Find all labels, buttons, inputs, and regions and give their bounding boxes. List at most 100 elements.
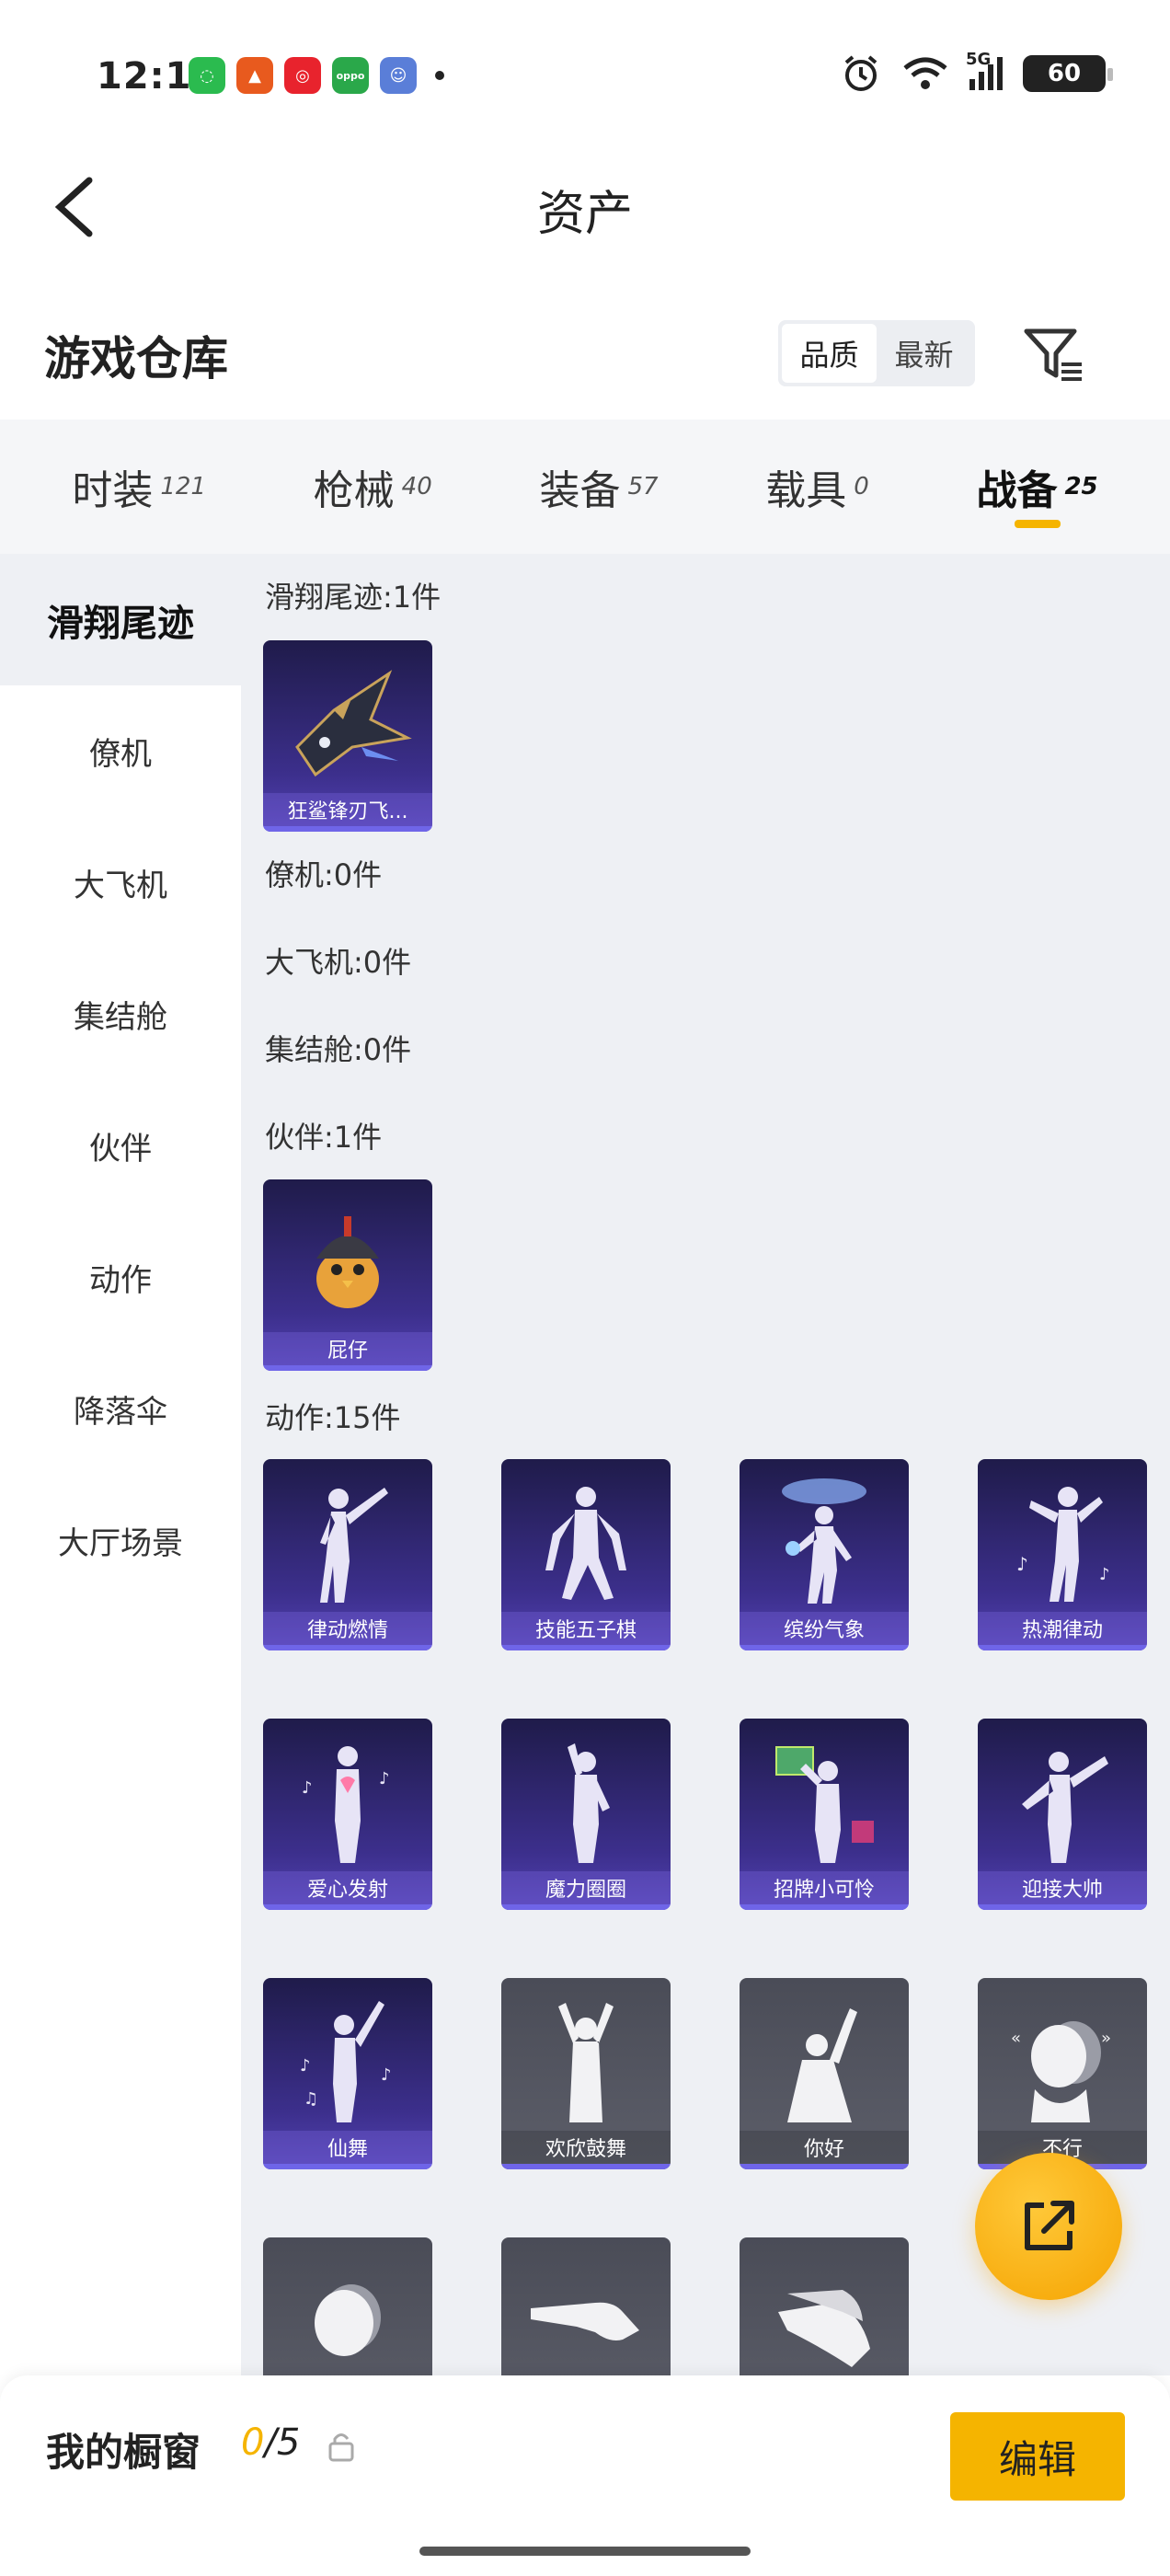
tab-vehicles[interactable]: 载具 0 xyxy=(756,420,878,554)
warehouse-row: 游戏仓库 品质 最新 xyxy=(0,294,1170,414)
item-card[interactable]: 技能五子棋 xyxy=(501,1459,671,1650)
rarity-bar xyxy=(501,1904,671,1910)
item-card[interactable] xyxy=(501,2237,671,2375)
svg-text:«: « xyxy=(1011,2029,1021,2048)
item-card[interactable]: ♪ ♪ ♫ 仙舞 xyxy=(263,1978,432,2169)
item-card[interactable]: 屁仔 xyxy=(263,1179,432,1371)
tab-count: 121 xyxy=(160,473,206,500)
edit-button[interactable]: 编辑 xyxy=(950,2412,1125,2501)
showcase-current: 0 xyxy=(241,2421,265,2464)
item-name: 律动燃情 xyxy=(263,1612,432,1645)
section-label-pod: 集结舱:0件 xyxy=(265,1032,412,1067)
header: 资产 xyxy=(0,147,1170,267)
wechat-icon: ◌ xyxy=(189,57,225,94)
item-name: 屁仔 xyxy=(263,1332,432,1365)
lock-icon xyxy=(328,2433,354,2462)
item-card[interactable]: ♪ ♪ 爱心发射 xyxy=(263,1719,432,1910)
tab-battle-prep[interactable]: 战备 25 xyxy=(967,420,1107,554)
share-button[interactable] xyxy=(975,2153,1122,2300)
tab-weapons[interactable]: 枪械 40 xyxy=(304,420,442,554)
tab-equipment[interactable]: 装备 57 xyxy=(530,420,667,554)
item-card[interactable] xyxy=(263,2237,432,2375)
music-icon: ◎ xyxy=(284,57,321,94)
rarity-bar xyxy=(263,1365,432,1371)
item-card[interactable]: 你好 xyxy=(740,1978,909,2169)
item-name: 狂鲨锋刃飞... xyxy=(263,793,432,826)
item-card[interactable]: 狂鲨锋刃飞... xyxy=(263,640,432,832)
sidebar-item-lobby-scene[interactable]: 大厅场景 xyxy=(0,1475,241,1606)
item-name: 魔力圈圈 xyxy=(501,1871,671,1904)
item-card[interactable]: 欢欣鼓舞 xyxy=(501,1978,671,2169)
tab-count: 25 xyxy=(1064,473,1098,500)
rarity-bar xyxy=(978,1645,1147,1650)
item-card[interactable]: 招牌小可怜 xyxy=(740,1719,909,1910)
tab-label: 时装 xyxy=(72,467,154,514)
tab-count: 0 xyxy=(854,473,869,500)
section-label-partner: 伙伴:1件 xyxy=(265,1120,383,1155)
tab-count: 57 xyxy=(627,473,659,500)
dance-pose-image xyxy=(740,1978,909,2136)
item-name: 仙舞 xyxy=(263,2131,432,2164)
item-name: 招牌小可怜 xyxy=(740,1871,909,1904)
sidebar-item-partner[interactable]: 伙伴 xyxy=(0,1080,241,1212)
warehouse-title: 游戏仓库 xyxy=(44,332,228,385)
head-shake-image: «» xyxy=(978,1978,1147,2136)
item-name: 技能五子棋 xyxy=(501,1612,671,1645)
item-card[interactable]: 魔力圈圈 xyxy=(501,1719,671,1910)
dance-pose-image xyxy=(501,1719,671,1877)
item-card[interactable]: 律动燃情 xyxy=(263,1459,432,1650)
status-bar: 12:13 ◌ ▲ ◎ oppo ☺ 5G 60 xyxy=(0,0,1170,147)
category-sidebar: 滑翔尾迹 僚机 大飞机 集结舱 伙伴 动作 降落伞 大厅场景 xyxy=(0,554,241,2375)
rarity-bar xyxy=(501,2164,671,2169)
sidebar-item-big-plane[interactable]: 大飞机 xyxy=(0,817,241,949)
rarity-bar xyxy=(263,826,432,832)
dance-pose-image: ♪ ♪ xyxy=(978,1459,1147,1617)
showcase-count: 0/5 xyxy=(241,2421,300,2464)
section-label-trail: 滑翔尾迹:1件 xyxy=(265,580,442,615)
sort-newest-button[interactable]: 最新 xyxy=(877,324,971,383)
dance-pose-image: ♪ ♪ ♫ xyxy=(263,1978,432,2136)
tab-label: 装备 xyxy=(539,467,621,514)
sidebar-item-parachute[interactable]: 降落伞 xyxy=(0,1343,241,1475)
item-name: 你好 xyxy=(740,2131,909,2164)
sidebar-item-pod[interactable]: 集结舱 xyxy=(0,949,241,1080)
sidebar-item-wingman[interactable]: 僚机 xyxy=(0,685,241,817)
item-card[interactable]: 迎接大帅 xyxy=(978,1719,1147,1910)
sidebar-item-glide-trail[interactable]: 滑翔尾迹 xyxy=(0,554,241,685)
item-card[interactable]: 缤纷气象 xyxy=(740,1459,909,1650)
section-label-big-plane: 大飞机:0件 xyxy=(265,945,412,980)
item-card[interactable]: ♪ ♪ 热潮律动 xyxy=(978,1459,1147,1650)
rarity-bar xyxy=(740,1904,909,1910)
head-turn-image xyxy=(263,2237,432,2375)
svg-text:»: » xyxy=(1101,2029,1111,2048)
rarity-bar xyxy=(740,1645,909,1650)
section-label-emote: 动作:15件 xyxy=(265,1400,401,1435)
item-card[interactable] xyxy=(740,2237,909,2375)
filter-button[interactable] xyxy=(1021,322,1085,386)
home-indicator[interactable] xyxy=(419,2547,751,2556)
item-card[interactable]: «» 不行 xyxy=(978,1978,1147,2169)
chick-partner-image xyxy=(263,1179,432,1338)
svg-text:♪: ♪ xyxy=(300,2056,311,2076)
showcase-label: 我的橱窗 xyxy=(46,2430,201,2475)
rarity-bar xyxy=(263,1904,432,1910)
filter-icon xyxy=(1024,328,1082,381)
wifi-icon xyxy=(903,57,947,89)
sidebar-item-emote[interactable]: 动作 xyxy=(0,1212,241,1343)
more-notifications-icon xyxy=(435,71,444,80)
pointing-hand-image xyxy=(501,2237,671,2375)
sort-quality-button[interactable]: 品质 xyxy=(782,324,877,383)
dance-pose-image xyxy=(740,1459,909,1617)
dance-pose-image xyxy=(263,1459,432,1617)
item-name: 迎接大帅 xyxy=(978,1871,1147,1904)
item-grid-area: 滑翔尾迹:1件 狂鲨锋刃飞... 僚机:0件 大飞机:0件 集结舱:0件 伙伴:… xyxy=(241,554,1170,2375)
dance-pose-image: ♪ ♪ xyxy=(263,1719,432,1877)
tab-count: 40 xyxy=(401,473,432,500)
tab-fashion[interactable]: 时装 121 xyxy=(63,420,215,554)
active-tab-indicator xyxy=(1014,520,1061,528)
battery-indicator: 60 xyxy=(1023,55,1113,92)
share-icon xyxy=(1025,2201,1074,2250)
rarity-bar xyxy=(978,1904,1147,1910)
svg-text:♪: ♪ xyxy=(1016,1553,1028,1575)
status-indicators: 5G 60 xyxy=(841,50,1113,94)
